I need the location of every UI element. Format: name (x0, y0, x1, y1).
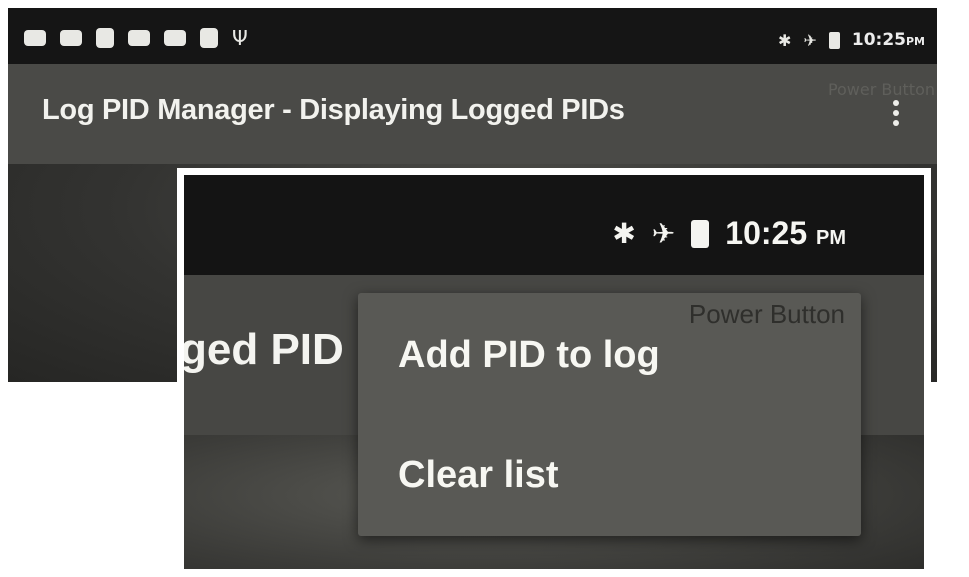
app-bar: Log PID Manager - Displaying Logged PIDs… (8, 64, 937, 164)
menu-item-add-pid[interactable]: Add PID to log (358, 315, 861, 395)
clock-ampm: PM (905, 35, 925, 48)
app-title: Log PID Manager - Displaying Logged PIDs (42, 94, 625, 126)
zoomed-clock: 10:25 PM (725, 215, 846, 252)
status-clock: 10:25PM (852, 30, 925, 50)
battery-icon (828, 31, 840, 49)
bluetooth-icon: ✱ (612, 217, 636, 250)
notification-icon (128, 30, 150, 46)
menu-item-clear-list[interactable]: Clear list (358, 435, 861, 515)
power-button-label: Power Button (827, 80, 935, 99)
usb-icon: Ψ (232, 26, 248, 50)
battery-icon (691, 219, 710, 248)
system-icons: ✱ ✈ 10:25PM (778, 30, 925, 50)
clock-ampm: PM (816, 227, 846, 249)
more-vert-icon[interactable] (893, 100, 899, 130)
notification-icon (164, 30, 186, 46)
zoomed-system-icons: ✱ ✈ 10:25 PM (612, 215, 846, 252)
notification-icons: Ψ (24, 28, 248, 48)
zoomed-inset: ✱ ✈ 10:25 PM ged PID Power Button Add PI… (177, 168, 931, 576)
status-bar: Ψ ✱ ✈ 10:25PM (8, 8, 937, 64)
airplane-mode-icon: ✈ (803, 30, 817, 50)
bluetooth-icon: ✱ (778, 30, 792, 50)
clock-time: 10:25 (725, 215, 808, 251)
notification-icon (96, 28, 114, 48)
zoomed-status-bar: ✱ ✈ 10:25 PM (184, 175, 924, 275)
notification-icon (60, 30, 82, 46)
zoomed-title-fragment: ged PID (180, 325, 344, 374)
notification-icon (200, 28, 218, 48)
notification-icon (24, 30, 46, 46)
overflow-menu: Power Button Add PID to log Clear list (358, 293, 861, 536)
airplane-mode-icon: ✈ (651, 217, 676, 250)
clock-time: 10:25 (851, 30, 906, 50)
